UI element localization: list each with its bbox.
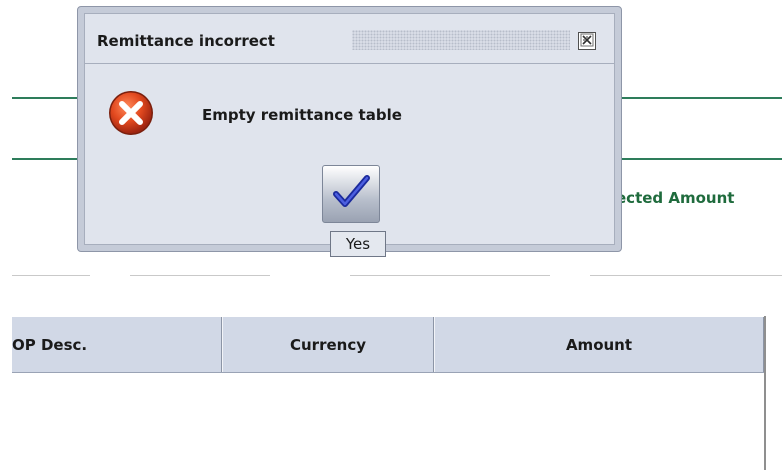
field-underline-1 [12,275,90,276]
field-underline-4 [590,275,782,276]
divider-line-top-right [622,97,782,99]
table-header: OP Desc. Currency Amount [12,316,764,373]
titlebar-drag-grip[interactable] [352,30,570,50]
close-button[interactable] [578,32,596,50]
error-message: Empty remittance table [202,106,402,124]
dialog-content: Remittance incorrect Empty remittance ta… [84,13,615,245]
field-underline-3 [350,275,550,276]
column-header-currency[interactable]: Currency [222,317,434,372]
collected-amount-label: ected Amount [616,189,735,207]
yes-tooltip: Yes [330,231,386,257]
divider-line-mid-right [622,158,782,160]
close-icon [580,32,594,51]
remittance-table[interactable]: OP Desc. Currency Amount [12,316,766,470]
divider-line-top-left [12,97,80,99]
field-underline-2 [130,275,270,276]
column-header-amount[interactable]: Amount [434,317,764,372]
remittance-error-dialog: Remittance incorrect Empty remittance ta… [77,6,622,252]
dialog-titlebar[interactable]: Remittance incorrect [85,14,614,64]
yes-button[interactable] [322,165,380,223]
checkmark-icon [331,172,371,216]
divider-line-mid-left [12,158,80,160]
error-icon [108,90,154,136]
table-body [12,373,764,469]
column-header-op-desc[interactable]: OP Desc. [12,317,222,372]
dialog-title: Remittance incorrect [97,32,275,50]
